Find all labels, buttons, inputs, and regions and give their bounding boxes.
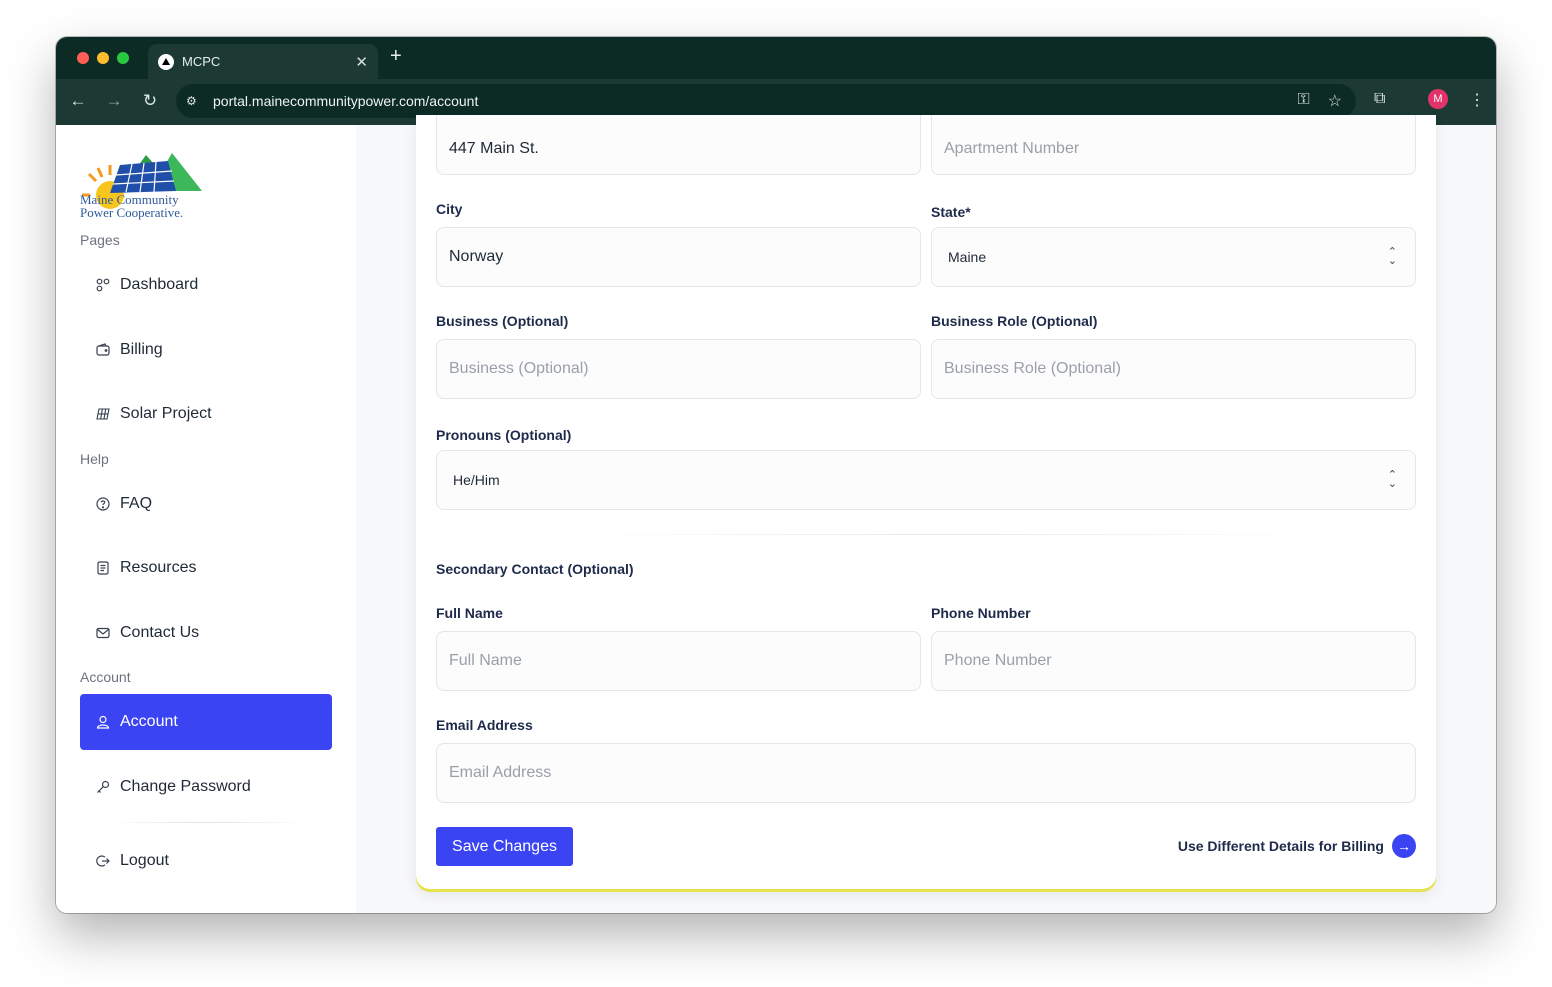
business-role-label: Business Role (Optional) <box>931 313 1098 329</box>
state-select[interactable]: Maine ⌃ ⌄ <box>931 227 1416 287</box>
save-changes-button[interactable]: Save Changes <box>436 827 573 866</box>
url-text: portal.mainecommunitypower.com/account <box>213 93 479 109</box>
phone-label: Phone Number <box>931 605 1031 621</box>
state-label: State* <box>931 204 971 220</box>
city-field[interactable]: Norway <box>436 227 921 287</box>
sidebar: Maine Community Power Cooperative. Pages… <box>56 125 356 913</box>
favicon-icon <box>158 53 174 70</box>
user-icon <box>96 715 110 729</box>
tab-search-icon[interactable]: ⧉ <box>1374 90 1385 108</box>
bookmark-star-icon[interactable]: ☆ <box>1328 91 1342 111</box>
pronouns-label: Pronouns (Optional) <box>436 427 572 443</box>
tab-bar: MCPC ✕ + <box>56 37 1496 79</box>
page-content: Maine Community Power Cooperative. Pages… <box>56 115 1496 913</box>
address-bar-actions: ⚿ ☆ <box>1297 91 1342 111</box>
email-label: Email Address <box>436 717 533 733</box>
email-field[interactable]: Email Address <box>436 743 1416 803</box>
back-arrow-icon[interactable]: ← <box>68 91 88 111</box>
sidebar-item-resources[interactable]: Resources <box>80 540 332 596</box>
wallet-icon <box>96 343 110 357</box>
key-icon <box>96 780 110 794</box>
minimize-window-button[interactable] <box>97 52 109 64</box>
password-key-icon[interactable]: ⚿ <box>1297 91 1309 111</box>
more-menu-icon[interactable]: ⋮ <box>1469 90 1485 110</box>
section-label-pages: Pages <box>80 232 120 248</box>
select-chevron-icon: ⌃ ⌄ <box>1387 246 1397 267</box>
forward-arrow-icon[interactable]: → <box>104 91 124 111</box>
sidebar-item-contact-us[interactable]: Contact Us <box>80 605 332 661</box>
section-label-help: Help <box>80 451 109 467</box>
business-label: Business (Optional) <box>436 313 569 329</box>
sidebar-item-solar-project[interactable]: Solar Project <box>80 386 332 442</box>
new-tab-icon[interactable]: + <box>390 45 402 68</box>
apartment-field[interactable]: Apartment Number <box>931 115 1416 175</box>
sidebar-item-faq[interactable]: FAQ <box>80 476 332 532</box>
browser-tab[interactable]: MCPC ✕ <box>148 44 378 79</box>
secondary-contact-title: Secondary Contact (Optional) <box>436 561 634 577</box>
section-label-account: Account <box>80 669 131 685</box>
sidebar-item-change-password[interactable]: Change Password <box>80 759 332 815</box>
select-chevron-icon: ⌃ ⌄ <box>1387 469 1397 490</box>
logout-icon <box>96 854 110 868</box>
different-billing-link[interactable]: Use Different Details for Billing → <box>1178 834 1416 858</box>
mail-icon <box>96 626 110 640</box>
tab-title: MCPC <box>182 54 221 69</box>
phone-field[interactable]: Phone Number <box>931 631 1416 691</box>
browser-window: MCPC ✕ + ← → ↻ ⚙ portal.mainecommunitypo… <box>56 37 1496 913</box>
dashboard-icon <box>96 278 110 292</box>
section-divider <box>566 534 1326 535</box>
site-settings-icon[interactable]: ⚙ <box>186 94 200 108</box>
question-icon <box>96 497 110 511</box>
full-name-label: Full Name <box>436 605 503 621</box>
maximize-window-button[interactable] <box>117 52 129 64</box>
close-window-button[interactable] <box>77 52 89 64</box>
tab-close-icon[interactable]: ✕ <box>355 53 368 71</box>
pronouns-select[interactable]: He/Him ⌃ ⌄ <box>436 450 1416 510</box>
document-icon <box>96 561 110 575</box>
address-bar[interactable]: ⚙ portal.mainecommunitypower.com/account… <box>176 84 1356 118</box>
profile-avatar[interactable]: M <box>1428 89 1448 109</box>
solar-panel-icon <box>96 407 110 421</box>
business-field[interactable]: Business (Optional) <box>436 339 921 399</box>
sidebar-divider <box>106 822 306 823</box>
account-form-card: 447 Main St. Apartment Number City State… <box>416 115 1436 889</box>
address-field[interactable]: 447 Main St. <box>436 115 921 175</box>
arrow-right-icon: → <box>1392 834 1416 858</box>
sidebar-item-dashboard[interactable]: Dashboard <box>80 257 332 313</box>
sidebar-item-logout[interactable]: Logout <box>80 833 332 889</box>
sidebar-item-billing[interactable]: Billing <box>80 322 332 378</box>
brand-name: Maine Community Power Cooperative. <box>80 192 184 220</box>
full-name-field[interactable]: Full Name <box>436 631 921 691</box>
reload-icon[interactable]: ↻ <box>140 91 160 111</box>
city-label: City <box>436 201 463 217</box>
sidebar-item-account[interactable]: Account <box>80 694 332 750</box>
business-role-field[interactable]: Business Role (Optional) <box>931 339 1416 399</box>
